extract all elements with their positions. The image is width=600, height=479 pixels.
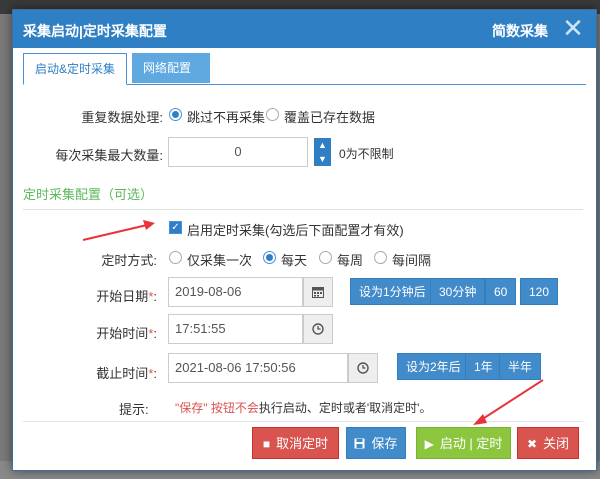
set-120-button[interactable]: 120	[520, 278, 559, 305]
footer-divider	[23, 421, 583, 422]
radio-daily-label: 每天	[281, 253, 308, 268]
schedule-section-title: 定时采集配置（可选）	[23, 187, 154, 202]
set-2years-button[interactable]: 设为2年后	[397, 353, 470, 380]
tab-start-schedule[interactable]: 启动&定时采集	[23, 53, 127, 85]
start-date-input[interactable]: 2019-08-06	[168, 277, 303, 307]
radio-skip[interactable]	[169, 108, 182, 121]
tab-bar: 启动&定时采集 网络配置	[23, 53, 586, 85]
set-halfyear-button[interactable]: 半年	[499, 353, 542, 380]
set-30min-button[interactable]: 30分钟	[430, 278, 486, 305]
stop-icon: ■	[262, 437, 271, 451]
hint-text: "保存" 按钮不会执行启动、定时或者'取消定时'。	[175, 399, 431, 416]
floppy-icon	[354, 428, 365, 460]
radio-weekly[interactable]	[319, 251, 332, 264]
clock-icon[interactable]	[303, 314, 333, 344]
arrow-to-checkbox	[82, 224, 148, 241]
duplicate-label: 重复数据处理:	[81, 110, 163, 125]
radio-skip-label: 跳过不再采集	[187, 110, 266, 125]
max-count-input[interactable]: 0	[168, 137, 308, 167]
set-1min-button[interactable]: 设为1分钟后	[350, 278, 435, 305]
hint-highlight: "保存" 按钮不会	[175, 401, 259, 415]
radio-once-label: 仅采集一次	[187, 253, 253, 268]
config-dialog: 采集启动|定时采集配置 简数采集 ✕ 启动&定时采集 网络配置 重复数据处理: …	[12, 9, 597, 471]
section-divider	[23, 209, 583, 210]
close-button[interactable]: ✖ 关闭	[517, 427, 579, 459]
close-x-icon: ✖	[526, 437, 538, 451]
close-icon[interactable]: ✕	[560, 15, 586, 41]
schedule-mode-label: 定时方式:	[101, 253, 157, 268]
end-time-label: 截止时间*:	[96, 366, 157, 381]
arrow-head-start	[473, 414, 487, 425]
start-date-label: 开始日期*:	[96, 289, 157, 304]
radio-overwrite-label: 覆盖已存在数据	[284, 110, 376, 125]
end-clock-icon[interactable]	[348, 353, 378, 383]
radio-interval[interactable]	[374, 251, 387, 264]
cancel-schedule-button[interactable]: ■ 取消定时	[252, 427, 339, 459]
radio-weekly-label: 每周	[337, 253, 364, 268]
spin-up-icon[interactable]: ▲	[314, 138, 331, 152]
radio-interval-label: 每间隔	[392, 253, 432, 268]
spin-down-icon[interactable]: ▼	[314, 152, 331, 166]
hint-label: 提示:	[119, 402, 149, 417]
hint-rest: 执行启动、定时或者'取消定时'。	[258, 401, 432, 415]
play-icon: ▶	[424, 437, 434, 451]
radio-overwrite[interactable]	[266, 108, 279, 121]
dialog-titlebar: 采集启动|定时采集配置 简数采集 ✕	[13, 10, 596, 48]
tab-network[interactable]: 网络配置	[132, 53, 210, 83]
start-time-label: 开始时间*:	[96, 326, 157, 341]
arrow-to-start	[480, 379, 544, 421]
radio-daily[interactable]	[263, 251, 276, 264]
start-time-input[interactable]: 17:51:55	[168, 314, 303, 344]
save-button[interactable]: 保存	[346, 427, 406, 459]
enable-schedule-label: 启用定时采集(勾选后下面配置才有效)	[187, 223, 404, 238]
start-schedule-button[interactable]: ▶ 启动 | 定时	[416, 427, 511, 459]
calendar-icon[interactable]	[303, 277, 333, 307]
arrow-head-checkbox	[143, 220, 155, 230]
set-1year-button[interactable]: 1年	[465, 353, 502, 380]
max-count-note: 0为不限制	[339, 147, 394, 161]
dialog-brand: 简数采集	[492, 23, 548, 39]
max-count-label: 每次采集最大数量:	[55, 148, 163, 163]
dialog-title: 采集启动|定时采集配置	[23, 23, 167, 39]
end-time-input[interactable]: 2021-08-06 17:50:56	[168, 353, 348, 383]
enable-schedule-checkbox[interactable]: ✓	[169, 221, 182, 234]
set-60-button[interactable]: 60	[485, 278, 517, 305]
radio-once[interactable]	[169, 251, 182, 264]
